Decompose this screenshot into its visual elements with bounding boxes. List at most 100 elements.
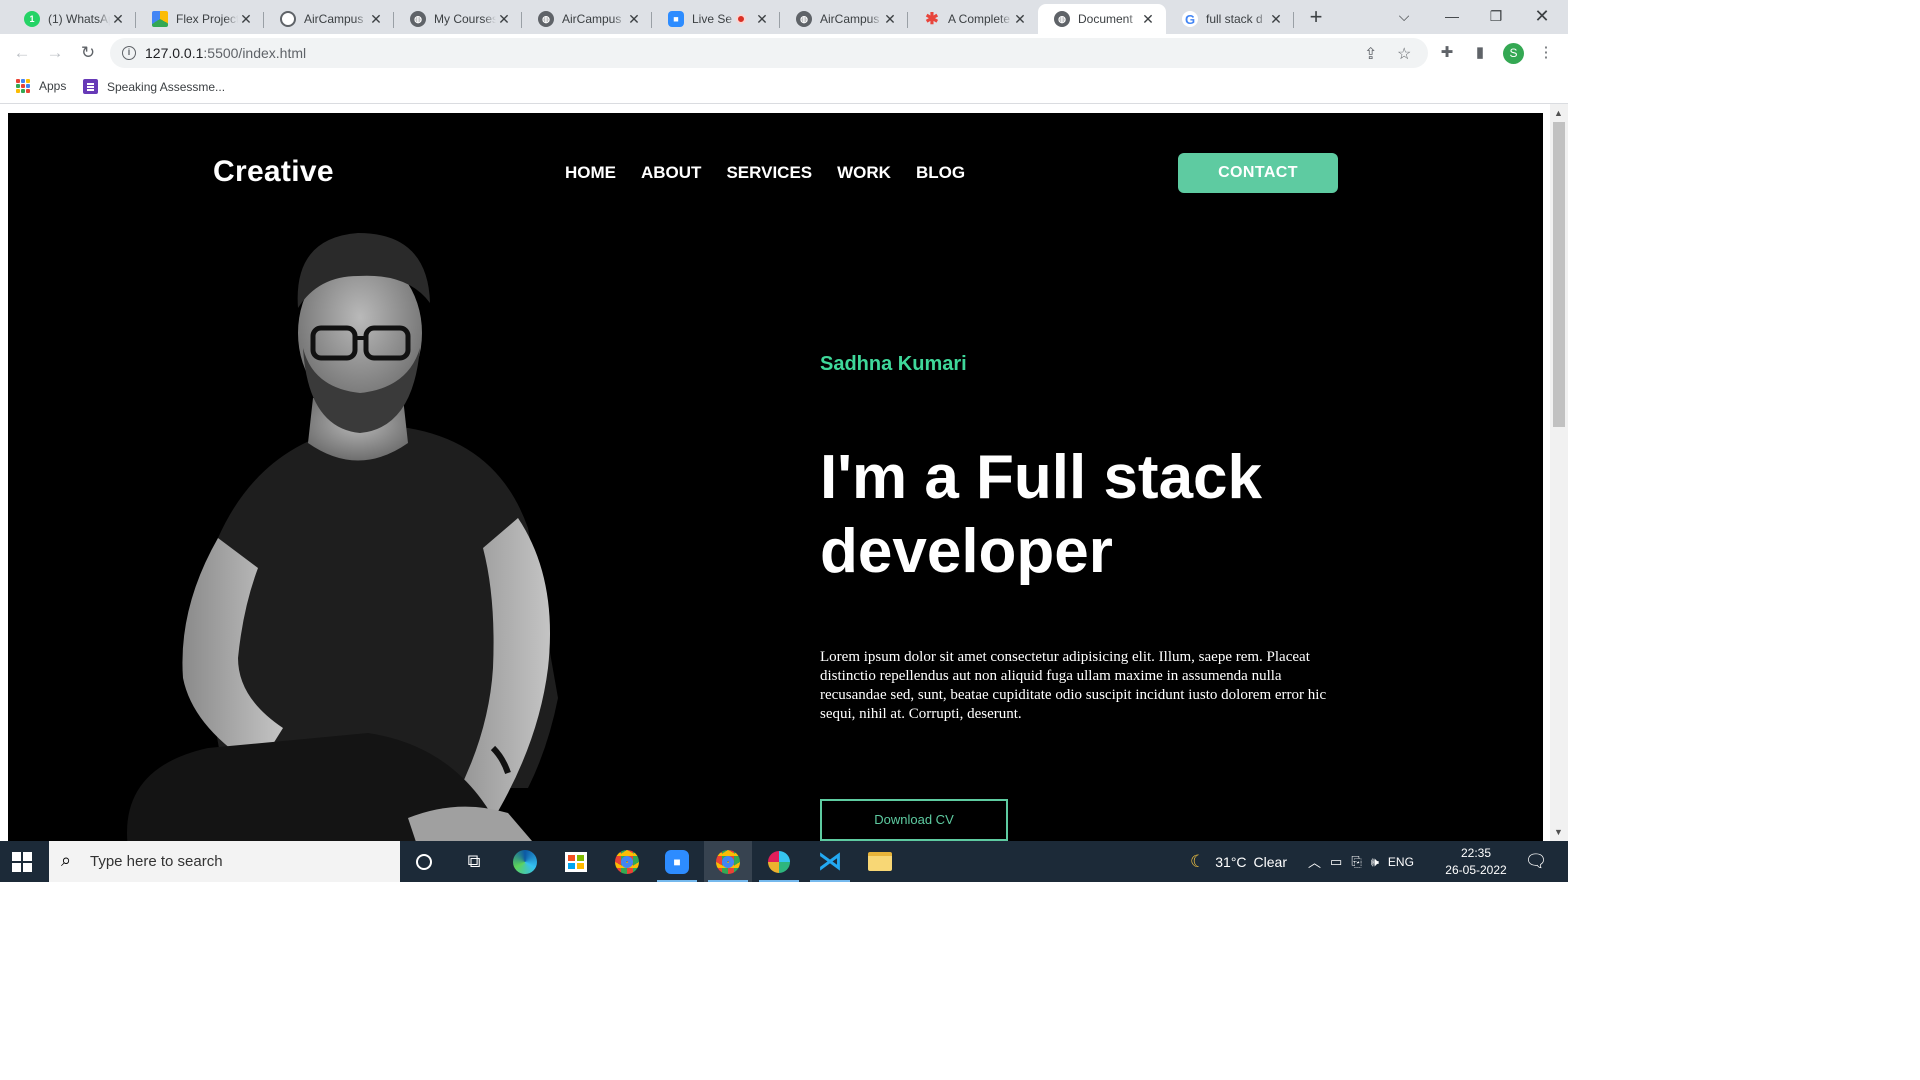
close-icon[interactable]: ✕	[1268, 11, 1284, 28]
bookmark-apps[interactable]: Apps	[16, 79, 66, 93]
weather-temperature: 31°C	[1215, 853, 1247, 870]
zoom-icon[interactable]: ■	[653, 841, 701, 882]
site-logo[interactable]: Creative	[213, 155, 334, 189]
menu-icon[interactable]: ⋮	[1536, 43, 1556, 61]
scroll-up-arrow-icon[interactable]: ▲	[1554, 108, 1563, 118]
tab-title: My Courses	[434, 12, 496, 26]
site-info-icon[interactable]: i	[122, 46, 136, 60]
asterisk-icon: ✱	[925, 11, 939, 28]
whatsapp-icon: 1	[24, 11, 40, 27]
restore-button[interactable]: ❐	[1474, 0, 1518, 32]
share-icon[interactable]: ⇪	[1364, 44, 1377, 64]
side-panel-icon[interactable]: ▮	[1470, 43, 1490, 61]
scroll-down-arrow-icon[interactable]: ▼	[1554, 827, 1563, 837]
scrollbar-thumb[interactable]	[1553, 122, 1565, 427]
apps-grid-icon	[16, 79, 30, 93]
close-icon[interactable]: ✕	[368, 11, 384, 28]
browser-toolbar: ← → ↻ i 127.0.0.1:5500/index.html ⇪ ☆ ✚ …	[0, 34, 1568, 72]
reload-button[interactable]: ↻	[77, 42, 99, 64]
bookmark-speaking-assessment[interactable]: Speaking Assessme...	[83, 79, 225, 94]
volume-icon[interactable]: 🕪	[1371, 854, 1379, 870]
file-explorer-icon[interactable]	[856, 841, 904, 882]
back-button[interactable]: ←	[11, 42, 33, 64]
notifications-icon[interactable]: 🗨	[1512, 841, 1560, 882]
windows-start-icon[interactable]	[12, 852, 32, 872]
close-icon[interactable]: ✕	[626, 11, 642, 28]
bookmark-label: Apps	[39, 79, 67, 93]
url-text: 127.0.0.1:5500/index.html	[145, 45, 306, 61]
weather-condition: Clear	[1253, 853, 1287, 870]
tab-title: Live Se	[692, 12, 733, 26]
minimize-button[interactable]: —	[1430, 0, 1474, 32]
close-icon[interactable]: ✕	[110, 11, 126, 28]
address-bar[interactable]: i 127.0.0.1:5500/index.html ⇪ ☆	[110, 38, 1428, 68]
tab-title: AirCampus	[820, 12, 880, 26]
tab-title: AirCampus	[304, 12, 364, 26]
close-icon[interactable]: ✕	[882, 11, 898, 28]
tab-a-complete[interactable]: ✱ A Complete ✕	[908, 4, 1038, 34]
zoom-icon: ■	[668, 11, 684, 27]
nav-work[interactable]: WORK	[837, 163, 891, 183]
nav-about[interactable]: ABOUT	[641, 163, 701, 183]
nav-blog[interactable]: BLOG	[916, 163, 965, 183]
close-icon[interactable]: ✕	[1140, 11, 1156, 28]
tab-live-session[interactable]: ■ Live Se ✕	[652, 4, 780, 34]
forward-button[interactable]: →	[44, 42, 66, 64]
close-icon[interactable]: ✕	[238, 11, 254, 28]
tab-title: Flex Project	[176, 12, 238, 26]
tab-aircampus[interactable]: AirCampus ✕	[264, 4, 394, 34]
author-name: Sadhna Kumari	[820, 353, 967, 375]
page-scrollbar[interactable]: ▲ ▼	[1550, 104, 1568, 841]
tab-full-stack[interactable]: G full stack d ✕	[1166, 4, 1294, 34]
tab-flex-project[interactable]: Flex Project ✕	[136, 4, 264, 34]
clock-date: 26-05-2022	[1445, 863, 1507, 877]
site-nav: HOME ABOUT SERVICES WORK BLOG	[565, 163, 965, 183]
edge-icon[interactable]	[501, 841, 549, 882]
globe-icon: ◍	[796, 11, 812, 27]
new-tab-button[interactable]: +	[1304, 6, 1328, 30]
tab-aircampus-3[interactable]: ◍ AirCampus ✕	[780, 4, 908, 34]
store-icon[interactable]	[552, 841, 600, 882]
url-path: :5500/index.html	[203, 45, 307, 61]
battery-icon[interactable]: ▭	[1330, 854, 1342, 870]
slack-icon[interactable]	[755, 841, 803, 882]
contact-button[interactable]: CONTACT	[1178, 153, 1338, 193]
close-icon[interactable]: ✕	[754, 11, 770, 28]
tab-aircampus-2[interactable]: ◍ AirCampus ✕	[522, 4, 652, 34]
google-icon: G	[1182, 11, 1198, 27]
chrome-icon[interactable]	[603, 841, 651, 882]
nav-home[interactable]: HOME	[565, 163, 616, 183]
profile-avatar[interactable]: S	[1503, 43, 1524, 64]
globe-icon: ◍	[538, 11, 554, 27]
cortana-icon[interactable]	[400, 841, 448, 882]
nav-services[interactable]: SERVICES	[726, 163, 812, 183]
vscode-icon[interactable]: ⋊	[806, 841, 854, 882]
taskbar-search[interactable]: ⌕ Type here to search	[49, 841, 400, 882]
tab-my-courses[interactable]: ◍ My Courses ✕	[394, 4, 522, 34]
page-viewport: Creative HOME ABOUT SERVICES WORK BLOG C…	[8, 113, 1543, 841]
download-cv-button[interactable]: Download CV	[820, 799, 1008, 841]
close-icon[interactable]: ✕	[1012, 11, 1028, 28]
system-tray: ︿ ▭ ⎘ 🕪 ENG	[1308, 841, 1414, 882]
search-icon: ⌕	[61, 850, 72, 870]
tab-search-button[interactable]: ⌵	[1382, 0, 1426, 32]
close-icon[interactable]: ✕	[496, 11, 512, 28]
language-indicator[interactable]: ENG	[1388, 855, 1414, 869]
chrome-icon[interactable]	[704, 841, 752, 882]
aircampus-icon	[280, 11, 296, 27]
weather-widget[interactable]: ☾ 31°C Clear	[1190, 841, 1287, 882]
tab-title: A Complete	[948, 12, 1011, 26]
tab-whatsapp[interactable]: 1 (1) WhatsApp ✕	[8, 4, 136, 34]
task-view-icon[interactable]: ⧉	[450, 841, 498, 882]
tab-title: Document	[1078, 12, 1133, 26]
extensions-icon[interactable]: ✚	[1437, 43, 1457, 61]
close-window-button[interactable]: ✕	[1520, 0, 1564, 32]
network-icon[interactable]: ⎘	[1351, 854, 1361, 870]
taskbar-clock[interactable]: 22:35 26-05-2022	[1440, 845, 1512, 879]
tab-document[interactable]: ◍ Document ✕	[1038, 4, 1166, 34]
hero-portrait-image	[127, 233, 558, 841]
bookmark-star-icon[interactable]: ☆	[1397, 44, 1411, 64]
show-hidden-icons-icon[interactable]: ︿	[1308, 852, 1321, 871]
globe-icon: ◍	[1054, 11, 1070, 27]
hero-headline: I'm a Full stack developer	[820, 443, 1263, 586]
